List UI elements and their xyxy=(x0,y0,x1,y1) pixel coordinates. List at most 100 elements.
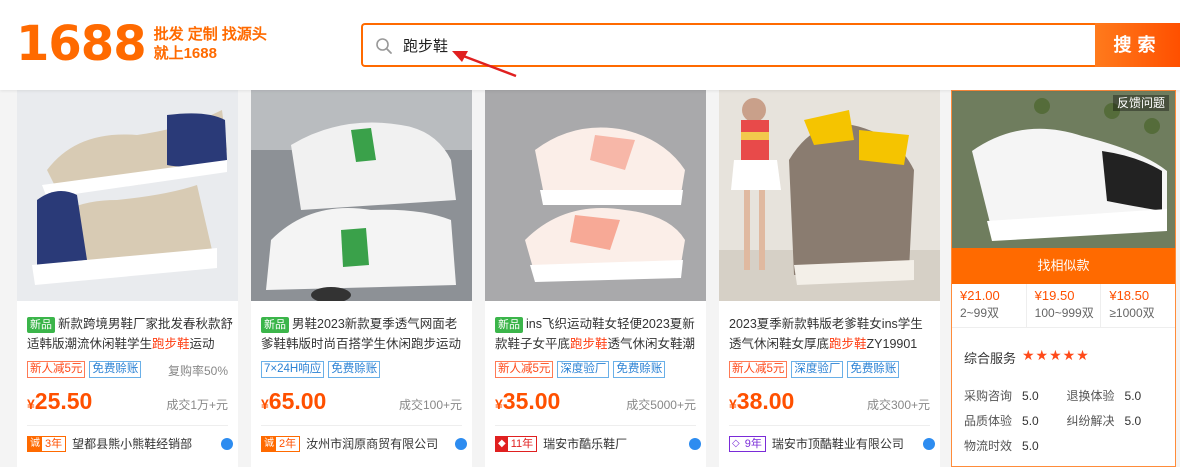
product-image[interactable] xyxy=(719,90,940,301)
price-value: 25.50 xyxy=(34,388,93,414)
currency: ¥ xyxy=(495,396,503,412)
price-tier: ¥18.50 ≥1000双 xyxy=(1101,284,1175,327)
metric: 品质体验 5.0 xyxy=(964,412,1067,429)
metric: 采购咨询 5.0 xyxy=(964,387,1067,404)
product-card[interactable]: 新品 ins飞织运动鞋女轻便2023夏新款鞋子女平底跑步鞋透气休闲女鞋潮 新人减5… xyxy=(485,90,706,467)
metric-row: 采购咨询 5.0 退换体验 5.0 xyxy=(964,383,1169,408)
logo-slogan: 批发 定制 找源头 就上1688 xyxy=(154,25,267,63)
metric-label: 物流时效 xyxy=(964,439,1013,453)
service-tags: 7×24H响应 免费赊账 xyxy=(261,361,381,378)
feedback-button[interactable]: 反馈问题 xyxy=(1112,95,1169,111)
sold-amount: 成交5000+元 xyxy=(626,398,696,412)
seller-name[interactable]: 汝州市润原商贸有限公司 xyxy=(306,435,438,452)
years-badge: 诚 2年 xyxy=(261,435,301,452)
tier-price: ¥21.00 xyxy=(960,288,1000,303)
chat-icon[interactable] xyxy=(221,437,233,450)
tag: 免费赊账 xyxy=(89,361,142,378)
trust-icon: 诚 xyxy=(28,436,42,451)
header: 1688 批发 定制 找源头 就上1688 搜索 xyxy=(0,0,1180,90)
metric: 物流时效 5.0 xyxy=(964,437,1076,454)
title-highlight: 跑步鞋 xyxy=(570,337,608,351)
logo-number: 1688 xyxy=(16,16,147,72)
service-tags: 新人减5元 深度验厂 免费赊账 xyxy=(495,361,666,378)
tag: 新人减5元 xyxy=(729,361,788,378)
metric-value: 5.0 xyxy=(1022,439,1039,453)
search-button[interactable]: 搜索 xyxy=(1095,23,1180,67)
seller-row[interactable]: 诚 3年 望都县熊小熊鞋经销部 xyxy=(27,435,233,452)
new-badge: 新品 xyxy=(495,317,523,333)
chat-icon[interactable] xyxy=(689,437,701,450)
tier-price: ¥19.50 xyxy=(1034,288,1075,303)
seller-name[interactable]: 望都县熊小熊鞋经销部 xyxy=(72,435,192,452)
product-title[interactable]: 新品 新款跨境男鞋厂家批发春秋款舒适韩版潮流休闲鞋学生跑步鞋运动 xyxy=(27,314,233,354)
seller-name[interactable]: 瑞安市顶酷鞋业有限公司 xyxy=(772,435,904,452)
metric-value: 5.0 xyxy=(1124,389,1142,403)
product-title[interactable]: 新品 ins飞织运动鞋女轻便2023夏新款鞋子女平底跑步鞋透气休闲女鞋潮 xyxy=(495,314,701,354)
metric-value: 5.0 xyxy=(1022,414,1039,428)
metric-row: 品质体验 5.0 纠纷解决 5.0 xyxy=(964,408,1169,433)
tag: 深度验厂 xyxy=(557,361,610,378)
star-rating-icon: ★★★★★ xyxy=(1022,347,1090,363)
chat-icon[interactable] xyxy=(923,437,935,450)
tier-quantity: 2~99双 xyxy=(960,306,1000,320)
product-title[interactable]: 新品 男鞋2023新款夏季透气网面老爹鞋韩版时尚百搭学生休闲跑步运动 xyxy=(261,314,467,354)
product-card[interactable]: 新品 男鞋2023新款夏季透气网面老爹鞋韩版时尚百搭学生休闲跑步运动 7×24H响… xyxy=(251,90,472,467)
tier-price: ¥18.50 xyxy=(1109,288,1150,303)
seller-name[interactable]: 瑞安市酷乐鞋厂 xyxy=(543,435,627,452)
product-image[interactable] xyxy=(251,90,472,301)
metric-label: 品质体验 xyxy=(964,414,1013,428)
logo-slogan-line2: 就上1688 xyxy=(153,45,217,62)
trust-icon: 诚 xyxy=(262,436,276,451)
chat-icon[interactable] xyxy=(455,437,467,450)
sold-amount: 成交1万+元 xyxy=(166,398,228,412)
years-text: 9年 xyxy=(744,437,762,450)
product-detail-panel: 反馈问题 找相似款 ¥21.00 2~99双 ¥19.50 100~999双 ¥… xyxy=(951,90,1176,467)
metric-value: 5.0 xyxy=(1124,414,1142,428)
seller-row[interactable]: 诚 2年 汝州市润原商贸有限公司 xyxy=(261,435,467,452)
divider xyxy=(495,425,696,426)
product-title[interactable]: 2023夏季新款韩版老爹鞋女ins学生透气休闲鞋女厚底跑步鞋ZY19901 xyxy=(729,314,935,354)
metric-value: 5.0 xyxy=(1022,389,1039,403)
product-image[interactable] xyxy=(17,90,238,301)
currency: ¥ xyxy=(729,396,737,412)
service-tags: 新人减5元 免费赊账 xyxy=(27,361,142,378)
price: ¥65.00 xyxy=(261,388,326,415)
divider xyxy=(27,425,228,426)
new-badge: 新品 xyxy=(261,317,289,333)
tag: 深度验厂 xyxy=(791,361,844,378)
years-badge: 诚 3年 xyxy=(27,435,67,452)
tag: 免费赊账 xyxy=(328,361,381,378)
seller-row[interactable]: ◇ 9年 瑞安市顶酷鞋业有限公司 xyxy=(729,435,935,452)
title-text: 男鞋2023新款夏季透气网面老爹鞋韩版时尚百搭学生休闲跑步运动 xyxy=(261,317,462,351)
product-card[interactable]: 2023夏季新款韩版老爹鞋女ins学生透气休闲鞋女厚底跑步鞋ZY19901 新人… xyxy=(719,90,940,467)
price: ¥35.00 xyxy=(495,388,560,415)
price-tier: ¥19.50 100~999双 xyxy=(1027,284,1102,327)
sold-amount: 成交300+元 xyxy=(866,398,930,412)
tag: 7×24H响应 xyxy=(261,361,325,378)
currency: ¥ xyxy=(27,396,35,412)
logo[interactable]: 1688 批发 定制 找源头 就上1688 xyxy=(16,18,267,70)
service-metrics: 采购咨询 5.0 退换体验 5.0 品质体验 5.0 纠纷解决 5.0 物流时效 5.0 xyxy=(964,383,1169,458)
find-similar-button[interactable]: 找相似款 xyxy=(952,248,1175,284)
product-card[interactable]: 新品 新款跨境男鞋厂家批发春秋款舒适韩版潮流休闲鞋学生跑步鞋运动 新人减5元 免费… xyxy=(17,90,238,467)
metric-label: 采购咨询 xyxy=(964,389,1013,403)
price-value: 38.00 xyxy=(736,388,795,414)
product-image[interactable]: 反馈问题 xyxy=(952,91,1175,248)
title-highlight: 跑步鞋 xyxy=(829,337,867,351)
title-text-end: 运动 xyxy=(189,337,215,351)
page: 1688 批发 定制 找源头 就上1688 搜索 xyxy=(0,0,1180,467)
service-tags: 新人减5元 深度验厂 免费赊账 xyxy=(729,361,900,378)
price: ¥38.00 xyxy=(729,388,794,415)
price-tiers: ¥21.00 2~99双 ¥19.50 100~999双 ¥18.50 ≥100… xyxy=(952,284,1175,328)
repurchase-rate: 复购率50% xyxy=(167,364,228,378)
price: ¥25.50 xyxy=(27,388,92,415)
search-icon xyxy=(376,38,392,54)
years-badge: ◇ 9年 xyxy=(729,435,766,452)
product-image[interactable] xyxy=(485,90,706,301)
years-text: 3年 xyxy=(45,437,63,450)
trust-icon: ◆ xyxy=(496,436,508,451)
tag: 新人减5元 xyxy=(495,361,554,378)
price-value: 35.00 xyxy=(502,388,561,414)
seller-row[interactable]: ◆ 11年 瑞安市酷乐鞋厂 xyxy=(495,435,701,452)
title-highlight: 跑步鞋 xyxy=(152,337,190,351)
